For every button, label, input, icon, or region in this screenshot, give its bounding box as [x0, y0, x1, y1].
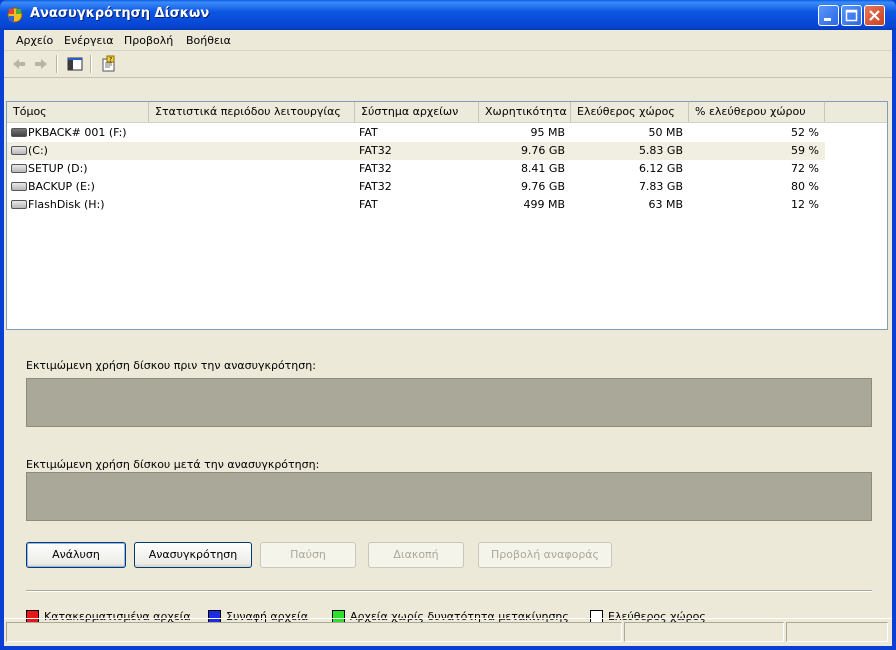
toolbar-separator: [90, 55, 92, 73]
volume-capacity: 95 MB: [530, 126, 565, 139]
divider: [26, 590, 872, 592]
defragmenter-window: Ανασυγκρότηση Δίσκων Αρχείο Ενέργεια Προ…: [0, 0, 896, 650]
column-header-capacity[interactable]: Χωρητικότητα: [479, 102, 571, 122]
volume-free-space: 5.83 GB: [638, 144, 683, 157]
volume-free-space: 50 MB: [648, 126, 683, 139]
before-usage-display: [26, 378, 872, 427]
volume-free-space: 6.12 GB: [638, 162, 683, 175]
volume-file-system: FAT32: [359, 144, 392, 157]
volume-row[interactable]: (C:) FAT32 9.76 GB 5.83 GB 59 %: [7, 142, 825, 160]
column-header-session-status[interactable]: Στατιστικά περιόδου λειτουργίας: [149, 102, 355, 122]
view-report-button[interactable]: Προβολή αναφοράς: [478, 542, 612, 568]
volume-row[interactable]: FlashDisk (H:) FAT 499 MB 63 MB 12 %: [7, 196, 825, 214]
toolbar-separator: [56, 55, 58, 73]
before-usage-label: Εκτιμώμενη χρήση δίσκου πριν την ανασυγκ…: [26, 359, 316, 372]
hard-drive-icon: [11, 145, 27, 155]
hard-drive-icon: [11, 199, 27, 209]
volume-percent-free: 52 %: [791, 126, 819, 139]
svg-text:?: ?: [109, 57, 112, 64]
client-area: Αρχείο Ενέργεια Προβολή Βοήθεια ? Τόμος …: [4, 30, 892, 646]
volume-row[interactable]: SETUP (D:) FAT32 8.41 GB 6.12 GB 72 %: [7, 160, 825, 178]
volume-file-system: FAT: [359, 198, 378, 211]
hard-drive-icon: [11, 181, 27, 191]
menu-view[interactable]: Προβολή: [124, 34, 173, 47]
column-header-volume[interactable]: Τόμος: [7, 102, 149, 122]
volume-row[interactable]: PKBACK# 001 (F:) FAT 95 MB 50 MB 52 %: [7, 124, 825, 142]
app-icon: [7, 7, 23, 23]
after-usage-display: [26, 472, 872, 521]
minimize-icon: [824, 18, 831, 21]
volume-name: PKBACK# 001 (F:): [28, 126, 127, 139]
volume-capacity: 9.76 GB: [520, 180, 565, 193]
status-pane: [786, 622, 888, 642]
column-header-percent-free[interactable]: % ελεύθερου χώρου: [689, 102, 825, 122]
close-button[interactable]: [864, 5, 885, 26]
volume-free-space: 63 MB: [648, 198, 683, 211]
status-bar: [4, 618, 892, 645]
pause-button[interactable]: Παύση: [260, 542, 356, 568]
volume-name: BACKUP (E:): [28, 180, 95, 193]
volume-percent-free: 12 %: [791, 198, 819, 211]
menu-file[interactable]: Αρχείο: [16, 34, 53, 47]
volume-file-system: FAT32: [359, 162, 392, 175]
analyze-button[interactable]: Ανάλυση: [26, 542, 126, 568]
show-hide-console-tree-icon[interactable]: [66, 55, 84, 73]
status-pane-main: [6, 622, 622, 642]
stop-button[interactable]: Διακοπή: [368, 542, 464, 568]
column-header-file-system[interactable]: Σύστημα αρχείων: [355, 102, 479, 122]
column-header-free-space[interactable]: Ελεύθερος χώρος: [571, 102, 689, 122]
after-usage-label: Εκτιμώμενη χρήση δίσκου μετά την ανασυγκ…: [26, 458, 320, 471]
defrag-panel: Εκτιμώμενη χρήση δίσκου πριν την ανασυγκ…: [6, 332, 888, 646]
volume-file-system: FAT: [359, 126, 378, 139]
properties-icon[interactable]: ?: [100, 55, 118, 73]
back-arrow-icon[interactable]: [10, 55, 28, 73]
menu-action[interactable]: Ενέργεια: [64, 34, 113, 47]
volume-name: FlashDisk (H:): [28, 198, 105, 211]
status-pane: [624, 622, 784, 642]
volume-capacity: 499 MB: [523, 198, 565, 211]
close-icon: [869, 10, 880, 21]
maximize-button[interactable]: [841, 5, 862, 26]
volume-row[interactable]: BACKUP (E:) FAT32 9.76 GB 7.83 GB 80 %: [7, 178, 825, 196]
volume-capacity: 8.41 GB: [520, 162, 565, 175]
hard-drive-icon: [11, 163, 27, 173]
menu-bar: Αρχείο Ενέργεια Προβολή Βοήθεια: [4, 30, 892, 51]
volume-name: (C:): [28, 144, 48, 157]
forward-arrow-icon[interactable]: [32, 55, 50, 73]
volume-list[interactable]: Τόμος Στατιστικά περιόδου λειτουργίας Σύ…: [6, 101, 888, 330]
removable-drive-icon: [11, 127, 27, 137]
volume-percent-free: 72 %: [791, 162, 819, 175]
minimize-button[interactable]: [818, 5, 839, 26]
volume-free-space: 7.83 GB: [638, 180, 683, 193]
title-bar[interactable]: Ανασυγκρότηση Δίσκων: [0, 0, 896, 30]
defragment-button[interactable]: Ανασυγκρότηση: [134, 542, 252, 568]
volume-name: SETUP (D:): [28, 162, 88, 175]
menu-help[interactable]: Βοήθεια: [186, 34, 231, 47]
volume-percent-free: 59 %: [791, 144, 819, 157]
volume-file-system: FAT32: [359, 180, 392, 193]
volume-capacity: 9.76 GB: [520, 144, 565, 157]
window-title: Ανασυγκρότηση Δίσκων: [30, 6, 210, 21]
maximize-icon: [845, 9, 858, 22]
toolbar: ?: [4, 51, 892, 78]
volume-percent-free: 80 %: [791, 180, 819, 193]
list-header: Τόμος Στατιστικά περιόδου λειτουργίας Σύ…: [7, 102, 887, 123]
